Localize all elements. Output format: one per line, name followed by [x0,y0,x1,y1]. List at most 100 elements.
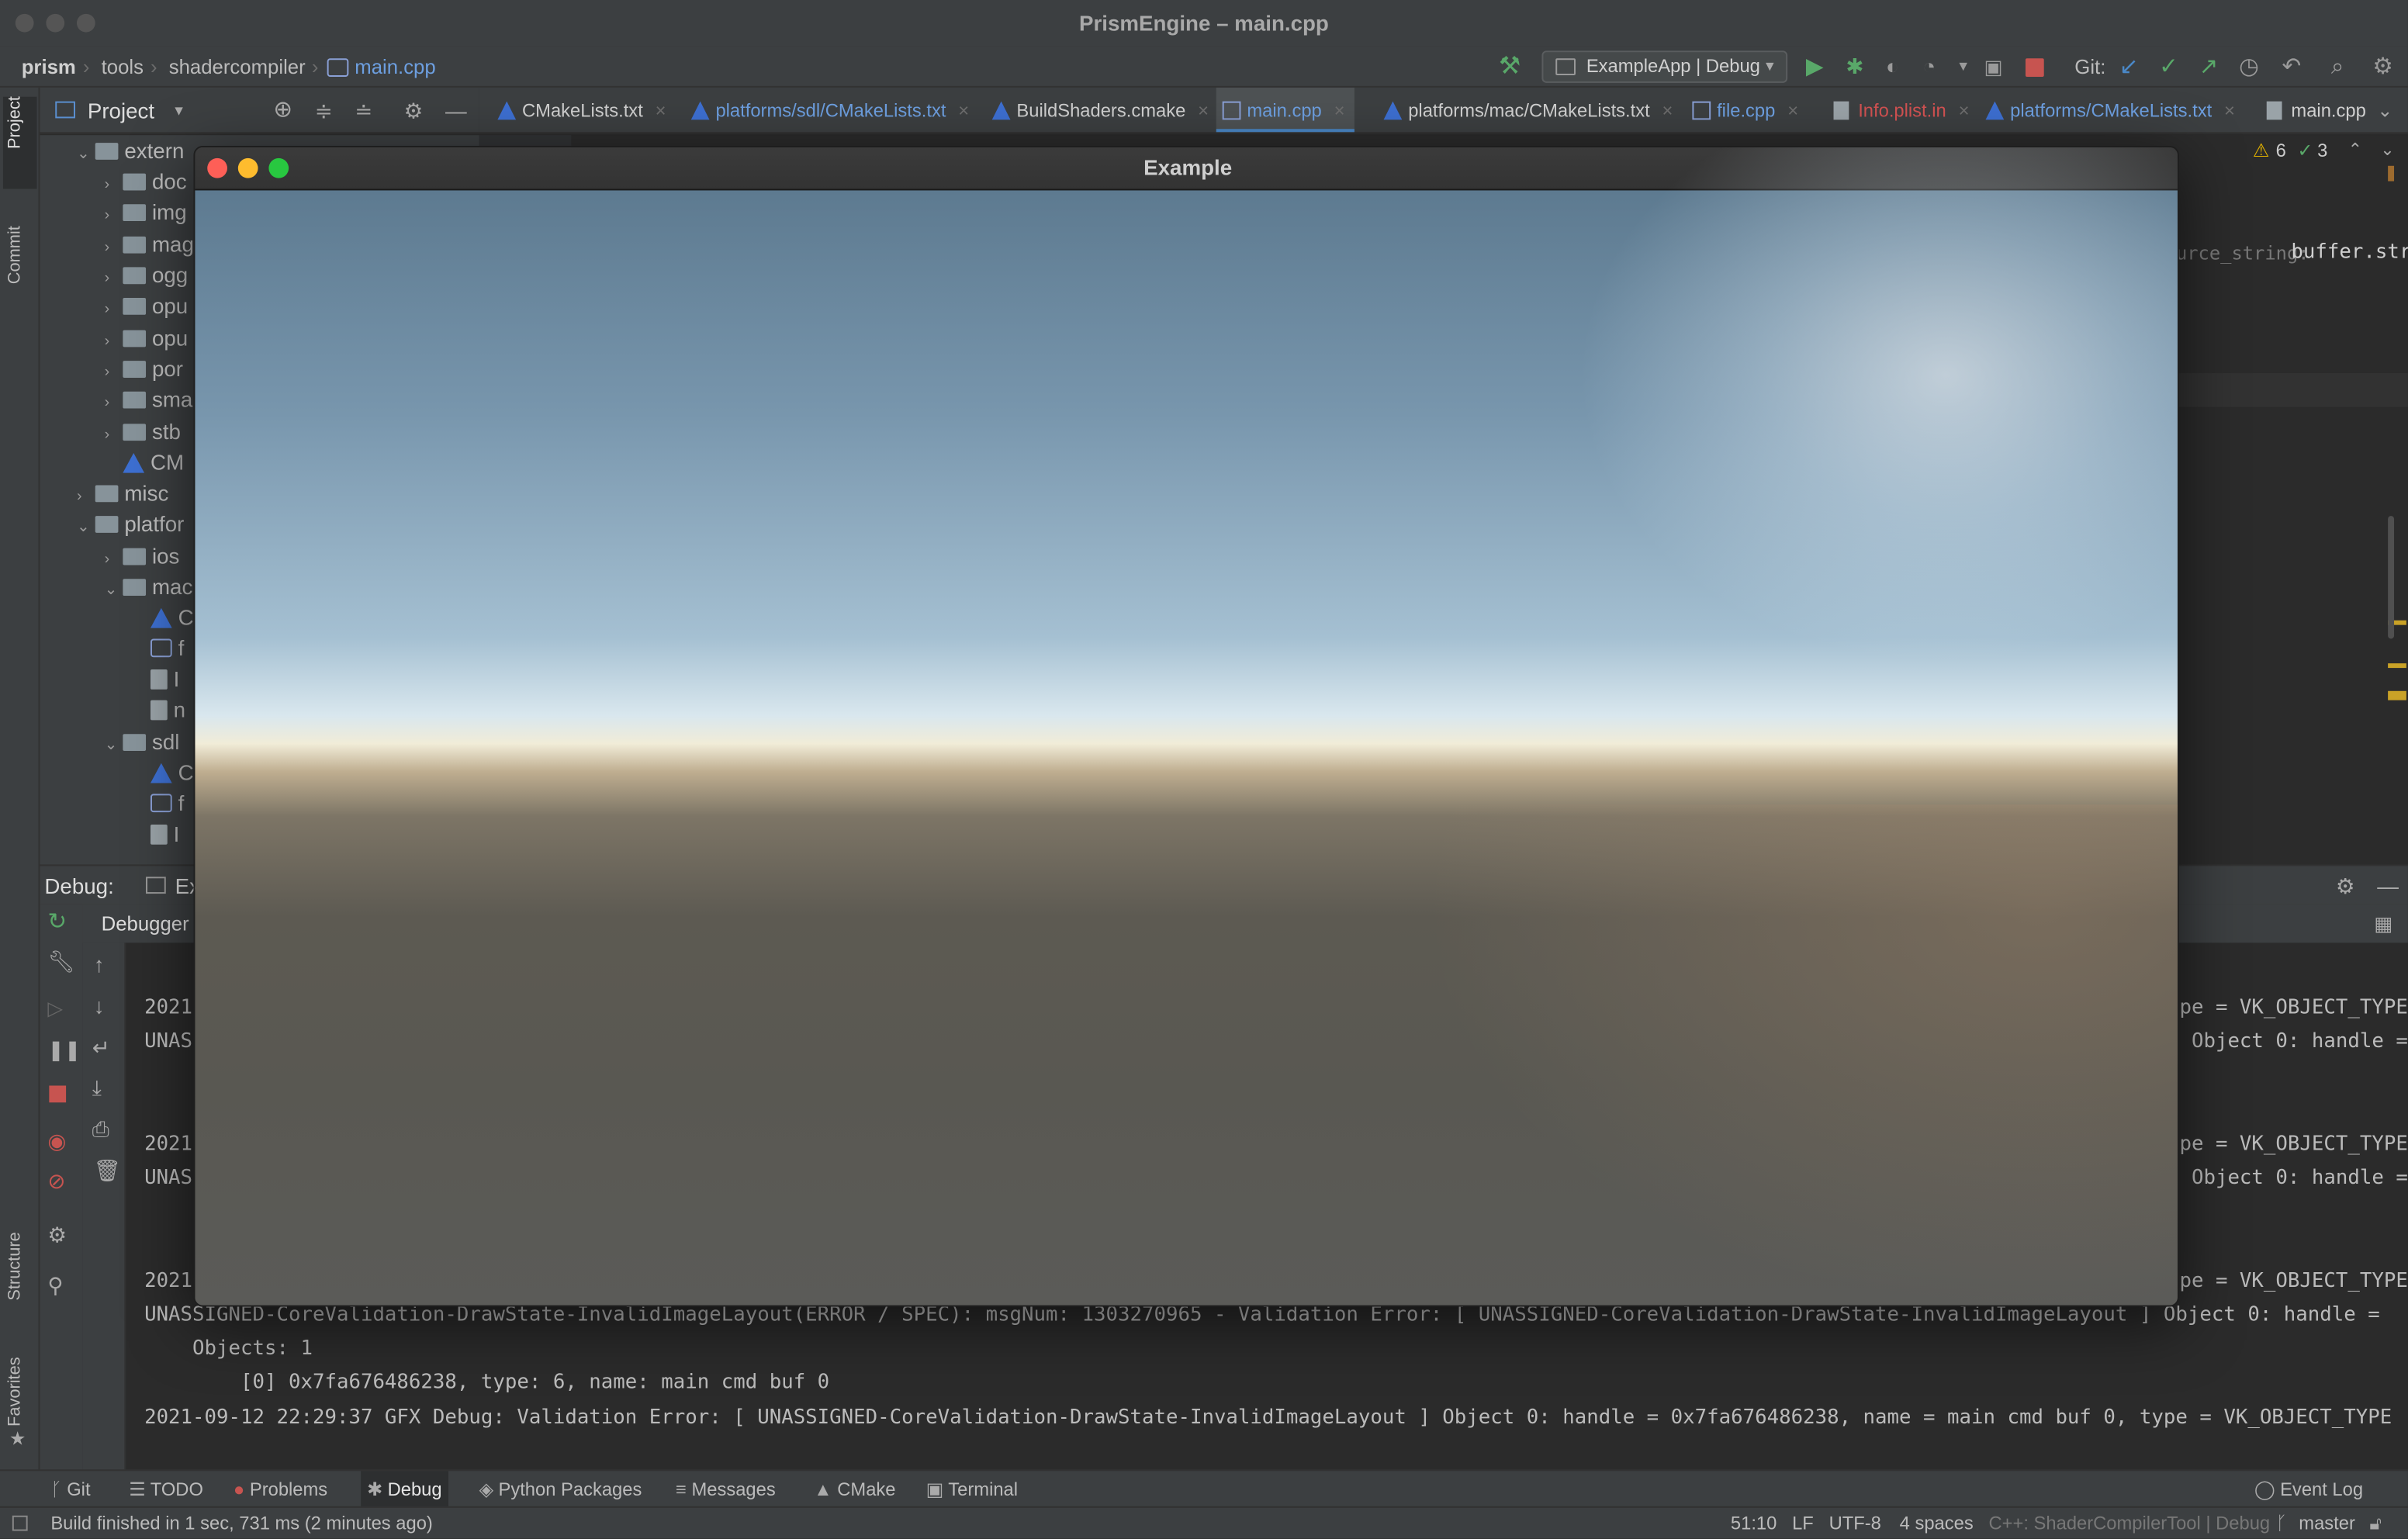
git-branch[interactable]: master [2299,1508,2355,1539]
tree-node[interactable]: › sma [105,384,193,415]
settings-gear-icon[interactable]: ⚙ [47,1223,67,1249]
editor-scrollbar[interactable] [2388,516,2395,639]
debug-bug-icon[interactable]: ✱ [1846,46,1863,87]
lock-icon[interactable]: 🔓︎ [2369,1508,2381,1539]
chevron-down-icon[interactable]: ⌄ [77,140,95,171]
settings-gear-icon[interactable]: ⚙ [2336,866,2355,905]
trash-icon[interactable]: 🗑︎ [94,1158,121,1185]
collapse-all-icon[interactable]: ≐ [355,88,372,133]
coverage-icon[interactable]: ◐ [1886,46,1899,87]
tree-node[interactable]: ⌄ extern [77,135,184,166]
profile-icon[interactable]: ◔ [1922,46,1936,87]
git-update-icon[interactable]: ↙ [2119,46,2139,87]
editor-tab[interactable]: main.cpp [2261,88,2366,132]
minimize-window-button[interactable] [237,157,258,178]
favorites-side-label[interactable]: Favorites [6,1357,25,1427]
commit-side-label[interactable]: Commit [6,226,25,284]
locate-icon[interactable]: ⊕ [273,88,292,133]
project-panel-title[interactable]: Project [88,88,154,133]
chevron-down-icon[interactable]: ▼ [172,88,186,133]
git-commit-icon[interactable]: ✓ [2159,46,2178,87]
attach-icon[interactable]: ▣ [1984,46,2003,87]
wrench-icon[interactable]: 🔧︎ [47,949,74,975]
down-arrow-icon[interactable]: ↓ [94,994,105,1019]
close-window-button[interactable] [207,157,227,178]
stop-icon[interactable] [2025,58,2044,77]
pin-icon[interactable]: ⚲ [47,1273,63,1299]
resolve-context[interactable]: C++: ShaderCompilerTool | Debug [1988,1508,2270,1539]
event-log-button[interactable]: ◯ Event Log [2254,1471,2363,1508]
tool-window-button[interactable]: ▲ CMake [814,1471,895,1508]
breadcrumb-file[interactable]: main.cpp [355,46,435,87]
tree-node[interactable]: ⌄ sdl [105,726,180,757]
tree-node[interactable]: › misc [77,478,168,509]
tree-node[interactable]: I [132,818,179,849]
structure-side-label[interactable]: Structure [6,1232,25,1300]
editor-tab[interactable]: Info.plist.in × [1828,88,1970,132]
soft-wrap-icon[interactable]: ↵ [92,1035,110,1061]
tool-window-button[interactable]: ☰ TODO [129,1471,203,1508]
tree-node[interactable]: › stb [105,416,181,447]
rendered-skybox-scene[interactable] [195,147,2178,1306]
up-arrow-icon[interactable]: ↑ [94,952,105,977]
close-window-button[interactable] [15,13,34,33]
build-hammer-icon[interactable]: ⚒ [1499,46,1521,87]
tree-node[interactable]: C [132,602,194,633]
zoom-window-button[interactable] [268,157,289,178]
chevron-down-icon[interactable]: ⌄ [77,513,95,544]
example-app-window[interactable]: Example [193,146,2179,1307]
minimize-window-button[interactable] [46,13,65,33]
expand-all-icon[interactable]: ≑ [315,88,333,133]
tree-node[interactable]: f [132,633,184,664]
stop-icon[interactable] [49,1085,67,1103]
chevron-right-icon[interactable]: › [105,389,123,420]
history-icon[interactable]: ◷ [2239,46,2259,87]
chevron-right-icon[interactable]: › [105,295,123,326]
tree-node[interactable]: › ogg [105,260,189,291]
tree-node[interactable]: › por [105,353,183,384]
git-push-icon[interactable]: ↗ [2199,46,2219,87]
close-tab-icon[interactable]: × [1959,100,1970,122]
previous-highlight-icon[interactable]: ⌃ [2348,140,2362,160]
tree-node[interactable]: I [132,663,179,694]
close-tab-icon[interactable]: × [1787,100,1798,122]
search-icon[interactable]: ⌕ [2331,46,2344,87]
tree-node[interactable]: ⌄ platfor [77,508,184,539]
rerun-icon[interactable]: ↻ [47,908,67,936]
tree-node[interactable]: › opu [105,323,189,354]
tool-window-button[interactable]: ᚴ Git [50,1471,90,1508]
settings-gear-icon[interactable]: ⚙ [404,88,424,133]
close-tab-icon[interactable]: × [958,100,969,122]
resume-icon[interactable]: ▷ [47,997,63,1022]
chevron-right-icon[interactable]: › [105,201,123,232]
tree-node[interactable]: CM [105,447,184,478]
mute-breakpoints-icon[interactable]: ⊘ [47,1168,65,1195]
run-icon[interactable]: ▶ [1806,46,1824,87]
editor-tab[interactable]: platforms/CMakeLists.txt × [1980,88,2235,132]
status-message[interactable]: Build finished in 1 sec, 731 ms (2 minut… [50,1508,432,1539]
tool-window-button[interactable]: ▣ Terminal [926,1471,1018,1508]
editor-tab[interactable]: platforms/sdl/CMakeLists.txt × [685,88,969,132]
project-side-label[interactable]: Project [6,96,25,149]
close-tab-icon[interactable]: × [656,100,666,122]
layout-icon[interactable]: ▦ [2374,904,2392,942]
tree-node[interactable]: C [132,757,194,788]
more-tabs-icon[interactable]: ⌄ [2377,88,2392,132]
warning-icon[interactable]: ⚠ [2253,140,2269,161]
tree-node[interactable]: › mag [105,229,194,260]
chevron-down-icon[interactable]: ▼ [1956,46,1970,87]
breadcrumb-folder[interactable]: tools [102,46,144,87]
tree-node[interactable]: › ios [105,541,180,572]
chevron-down-icon[interactable]: ⌄ [105,576,123,607]
tool-window-button[interactable]: ✱ Debug [361,1471,448,1508]
hide-panel-icon[interactable]: — [445,88,467,133]
next-highlight-icon[interactable]: ⌄ [2380,140,2394,160]
tree-node[interactable]: › img [105,196,187,227]
indent-setting[interactable]: 4 spaces [1900,1508,1974,1539]
close-tab-icon[interactable]: × [1198,100,1209,122]
editor-tab[interactable]: BuildShaders.cmake × [986,88,1209,132]
print-icon[interactable]: ⎙ [92,1116,109,1143]
line-separator[interactable]: LF [1792,1508,1814,1539]
zoom-window-button[interactable] [76,13,95,33]
tree-node[interactable]: ⌄ mac [105,571,193,602]
